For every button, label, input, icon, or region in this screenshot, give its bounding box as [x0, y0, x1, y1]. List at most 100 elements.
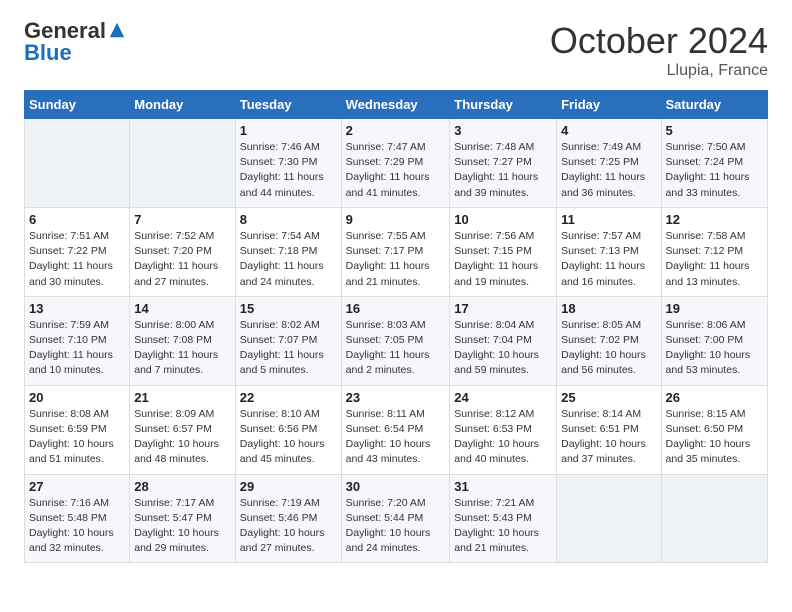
- day-info: Sunrise: 7:48 AM Sunset: 7:27 PM Dayligh…: [454, 140, 552, 201]
- day-number: 17: [454, 301, 552, 316]
- calendar-cell: 19 Sunrise: 8:06 AM Sunset: 7:00 PM Dayli…: [661, 296, 767, 385]
- col-tuesday: Tuesday: [235, 91, 341, 119]
- day-number: 15: [240, 301, 337, 316]
- calendar-cell: 26 Sunrise: 8:15 AM Sunset: 6:50 PM Dayli…: [661, 385, 767, 474]
- logo-blue-text: Blue: [24, 42, 72, 64]
- calendar-cell: 30 Sunrise: 7:20 AM Sunset: 5:44 PM Dayli…: [341, 474, 450, 563]
- day-number: 5: [666, 123, 763, 138]
- day-info: Sunrise: 8:06 AM Sunset: 7:00 PM Dayligh…: [666, 318, 763, 379]
- col-wednesday: Wednesday: [341, 91, 450, 119]
- day-info: Sunrise: 7:20 AM Sunset: 5:44 PM Dayligh…: [346, 496, 446, 557]
- day-info: Sunrise: 7:17 AM Sunset: 5:47 PM Dayligh…: [134, 496, 231, 557]
- day-info: Sunrise: 7:50 AM Sunset: 7:24 PM Dayligh…: [666, 140, 763, 201]
- day-info: Sunrise: 8:15 AM Sunset: 6:50 PM Dayligh…: [666, 407, 763, 468]
- calendar-cell: 18 Sunrise: 8:05 AM Sunset: 7:02 PM Dayli…: [557, 296, 661, 385]
- logo: General Blue: [24, 20, 126, 64]
- day-info: Sunrise: 8:05 AM Sunset: 7:02 PM Dayligh…: [561, 318, 656, 379]
- calendar-cell: 2 Sunrise: 7:47 AM Sunset: 7:29 PM Daylig…: [341, 119, 450, 208]
- calendar-cell: 13Sunrise: 7:59 AM Sunset: 7:10 PM Dayli…: [25, 296, 130, 385]
- day-number: 11: [561, 212, 656, 227]
- day-info: Sunrise: 7:51 AM Sunset: 7:22 PM Dayligh…: [29, 229, 125, 290]
- calendar-cell: 3 Sunrise: 7:48 AM Sunset: 7:27 PM Daylig…: [450, 119, 557, 208]
- day-number: 27: [29, 479, 125, 494]
- day-info: Sunrise: 8:03 AM Sunset: 7:05 PM Dayligh…: [346, 318, 446, 379]
- title-block: October 2024 Llupia, France: [550, 20, 768, 80]
- calendar-cell: 20 Sunrise: 8:08 AM Sunset: 6:59 PM Dayli…: [25, 385, 130, 474]
- col-thursday: Thursday: [450, 91, 557, 119]
- calendar-body: 1 Sunrise: 7:46 AM Sunset: 7:30 PM Daylig…: [25, 119, 768, 563]
- day-number: 22: [240, 390, 337, 405]
- calendar-week-0: 1 Sunrise: 7:46 AM Sunset: 7:30 PM Daylig…: [25, 119, 768, 208]
- day-info: Sunrise: 7:59 AM Sunset: 7:10 PM Dayligh…: [29, 318, 125, 379]
- calendar-cell: 6 Sunrise: 7:51 AM Sunset: 7:22 PM Daylig…: [25, 207, 130, 296]
- day-number: 8: [240, 212, 337, 227]
- day-number: 30: [346, 479, 446, 494]
- day-info: Sunrise: 7:56 AM Sunset: 7:15 PM Dayligh…: [454, 229, 552, 290]
- day-number: 28: [134, 479, 231, 494]
- header: General Blue October 2024 Llupia, France: [24, 20, 768, 80]
- calendar-cell: 10Sunrise: 7:56 AM Sunset: 7:15 PM Dayli…: [450, 207, 557, 296]
- day-number: 4: [561, 123, 656, 138]
- day-number: 26: [666, 390, 763, 405]
- day-info: Sunrise: 7:55 AM Sunset: 7:17 PM Dayligh…: [346, 229, 446, 290]
- day-number: 23: [346, 390, 446, 405]
- day-info: Sunrise: 7:46 AM Sunset: 7:30 PM Dayligh…: [240, 140, 337, 201]
- day-number: 3: [454, 123, 552, 138]
- calendar-cell: 27 Sunrise: 7:16 AM Sunset: 5:48 PM Dayli…: [25, 474, 130, 563]
- header-row: Sunday Monday Tuesday Wednesday Thursday…: [25, 91, 768, 119]
- day-number: 19: [666, 301, 763, 316]
- day-number: 12: [666, 212, 763, 227]
- day-info: Sunrise: 8:14 AM Sunset: 6:51 PM Dayligh…: [561, 407, 656, 468]
- day-info: Sunrise: 7:52 AM Sunset: 7:20 PM Dayligh…: [134, 229, 231, 290]
- calendar-cell: 16Sunrise: 8:03 AM Sunset: 7:05 PM Dayli…: [341, 296, 450, 385]
- day-info: Sunrise: 8:10 AM Sunset: 6:56 PM Dayligh…: [240, 407, 337, 468]
- calendar-cell: 1 Sunrise: 7:46 AM Sunset: 7:30 PM Daylig…: [235, 119, 341, 208]
- day-number: 20: [29, 390, 125, 405]
- day-info: Sunrise: 7:49 AM Sunset: 7:25 PM Dayligh…: [561, 140, 656, 201]
- day-info: Sunrise: 7:47 AM Sunset: 7:29 PM Dayligh…: [346, 140, 446, 201]
- calendar-cell: 8 Sunrise: 7:54 AM Sunset: 7:18 PM Daylig…: [235, 207, 341, 296]
- calendar-cell: 22 Sunrise: 8:10 AM Sunset: 6:56 PM Dayli…: [235, 385, 341, 474]
- col-friday: Friday: [557, 91, 661, 119]
- day-number: 6: [29, 212, 125, 227]
- calendar-cell: 15Sunrise: 8:02 AM Sunset: 7:07 PM Dayli…: [235, 296, 341, 385]
- day-info: Sunrise: 8:08 AM Sunset: 6:59 PM Dayligh…: [29, 407, 125, 468]
- calendar-week-3: 20 Sunrise: 8:08 AM Sunset: 6:59 PM Dayli…: [25, 385, 768, 474]
- day-number: 1: [240, 123, 337, 138]
- calendar-week-1: 6 Sunrise: 7:51 AM Sunset: 7:22 PM Daylig…: [25, 207, 768, 296]
- calendar-table: Sunday Monday Tuesday Wednesday Thursday…: [24, 90, 768, 563]
- col-monday: Monday: [130, 91, 236, 119]
- day-info: Sunrise: 8:09 AM Sunset: 6:57 PM Dayligh…: [134, 407, 231, 468]
- day-number: 21: [134, 390, 231, 405]
- day-number: 31: [454, 479, 552, 494]
- day-number: 24: [454, 390, 552, 405]
- day-info: Sunrise: 7:16 AM Sunset: 5:48 PM Dayligh…: [29, 496, 125, 557]
- day-info: Sunrise: 7:21 AM Sunset: 5:43 PM Dayligh…: [454, 496, 552, 557]
- day-info: Sunrise: 8:12 AM Sunset: 6:53 PM Dayligh…: [454, 407, 552, 468]
- location: Llupia, France: [550, 62, 768, 80]
- day-info: Sunrise: 7:58 AM Sunset: 7:12 PM Dayligh…: [666, 229, 763, 290]
- day-info: Sunrise: 8:11 AM Sunset: 6:54 PM Dayligh…: [346, 407, 446, 468]
- day-number: 2: [346, 123, 446, 138]
- day-number: 18: [561, 301, 656, 316]
- calendar-cell: 9 Sunrise: 7:55 AM Sunset: 7:17 PM Daylig…: [341, 207, 450, 296]
- day-info: Sunrise: 7:54 AM Sunset: 7:18 PM Dayligh…: [240, 229, 337, 290]
- day-info: Sunrise: 8:04 AM Sunset: 7:04 PM Dayligh…: [454, 318, 552, 379]
- calendar-cell: 7 Sunrise: 7:52 AM Sunset: 7:20 PM Daylig…: [130, 207, 236, 296]
- day-number: 9: [346, 212, 446, 227]
- calendar-cell: 28 Sunrise: 7:17 AM Sunset: 5:47 PM Dayli…: [130, 474, 236, 563]
- calendar-cell: 12 Sunrise: 7:58 AM Sunset: 7:12 PM Dayli…: [661, 207, 767, 296]
- day-number: 7: [134, 212, 231, 227]
- calendar-cell: 29Sunrise: 7:19 AM Sunset: 5:46 PM Dayli…: [235, 474, 341, 563]
- page: General Blue October 2024 Llupia, France…: [0, 0, 792, 583]
- calendar-cell: [130, 119, 236, 208]
- day-info: Sunrise: 7:19 AM Sunset: 5:46 PM Dayligh…: [240, 496, 337, 557]
- day-number: 14: [134, 301, 231, 316]
- calendar-week-4: 27 Sunrise: 7:16 AM Sunset: 5:48 PM Dayli…: [25, 474, 768, 563]
- calendar-header: Sunday Monday Tuesday Wednesday Thursday…: [25, 91, 768, 119]
- calendar-cell: 21 Sunrise: 8:09 AM Sunset: 6:57 PM Dayli…: [130, 385, 236, 474]
- col-saturday: Saturday: [661, 91, 767, 119]
- calendar-cell: [661, 474, 767, 563]
- calendar-cell: 23 Sunrise: 8:11 AM Sunset: 6:54 PM Dayli…: [341, 385, 450, 474]
- calendar-cell: [557, 474, 661, 563]
